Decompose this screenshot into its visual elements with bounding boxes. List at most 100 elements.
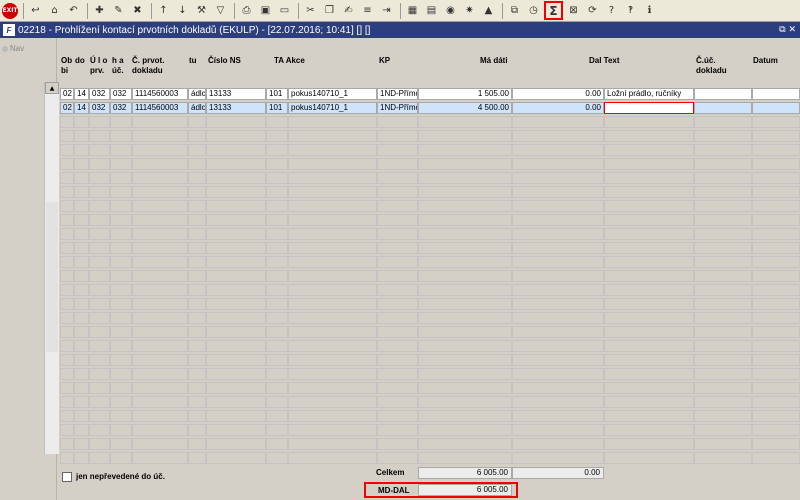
- empty-cell[interactable]: [206, 228, 266, 240]
- empty-cell[interactable]: [110, 410, 132, 422]
- edit-icon[interactable]: ✎: [110, 2, 127, 19]
- empty-cell[interactable]: [752, 396, 800, 408]
- empty-cell[interactable]: [132, 368, 188, 380]
- empty-cell[interactable]: [60, 186, 74, 198]
- cell-ulo[interactable]: 032: [89, 88, 110, 100]
- empty-cell[interactable]: [266, 410, 288, 422]
- chart-icon[interactable]: ▦: [404, 2, 421, 19]
- col-header-doklad[interactable]: Č. prvot. dokladu: [132, 56, 164, 76]
- empty-cell[interactable]: [74, 452, 89, 464]
- empty-cell[interactable]: [604, 382, 694, 394]
- empty-cell[interactable]: [418, 214, 512, 226]
- cell-kp[interactable]: 1ND-Přímo: [377, 102, 418, 114]
- empty-cell[interactable]: [418, 382, 512, 394]
- empty-cell[interactable]: [188, 326, 206, 338]
- empty-cell[interactable]: [74, 354, 89, 366]
- empty-row[interactable]: [60, 256, 800, 269]
- empty-cell[interactable]: [694, 228, 752, 240]
- empty-cell[interactable]: [188, 438, 206, 450]
- empty-cell[interactable]: [206, 354, 266, 366]
- empty-cell[interactable]: [89, 410, 110, 422]
- empty-cell[interactable]: [512, 228, 604, 240]
- empty-cell[interactable]: [418, 158, 512, 170]
- empty-cell[interactable]: [110, 158, 132, 170]
- globe-icon[interactable]: ◉: [442, 2, 459, 19]
- empty-row[interactable]: [60, 410, 800, 423]
- empty-cell[interactable]: [752, 340, 800, 352]
- wrench-icon[interactable]: ⚒: [193, 2, 210, 19]
- empty-cell[interactable]: [512, 424, 604, 436]
- empty-cell[interactable]: [89, 382, 110, 394]
- empty-cell[interactable]: [418, 116, 512, 128]
- empty-cell[interactable]: [206, 172, 266, 184]
- indent-icon[interactable]: ⇥: [378, 2, 395, 19]
- empty-cell[interactable]: [418, 186, 512, 198]
- empty-cell[interactable]: [512, 158, 604, 170]
- empty-cell[interactable]: [60, 172, 74, 184]
- empty-cell[interactable]: [132, 452, 188, 464]
- empty-cell[interactable]: [110, 354, 132, 366]
- cell-akce[interactable]: pokus140710_1: [288, 102, 377, 114]
- empty-cell[interactable]: [188, 396, 206, 408]
- empty-cell[interactable]: [74, 340, 89, 352]
- empty-cell[interactable]: [694, 256, 752, 268]
- empty-cell[interactable]: [512, 130, 604, 142]
- back-icon[interactable]: ↩: [27, 2, 44, 19]
- cell-cuc[interactable]: [694, 102, 752, 114]
- empty-cell[interactable]: [89, 368, 110, 380]
- empty-cell[interactable]: [694, 298, 752, 310]
- empty-cell[interactable]: [266, 158, 288, 170]
- empty-cell[interactable]: [188, 256, 206, 268]
- empty-cell[interactable]: [110, 186, 132, 198]
- empty-cell[interactable]: [266, 326, 288, 338]
- empty-cell[interactable]: [188, 242, 206, 254]
- empty-cell[interactable]: [74, 410, 89, 422]
- empty-cell[interactable]: [604, 298, 694, 310]
- empty-cell[interactable]: [60, 312, 74, 324]
- empty-cell[interactable]: [604, 186, 694, 198]
- empty-cell[interactable]: [418, 130, 512, 142]
- empty-cell[interactable]: [266, 396, 288, 408]
- empty-cell[interactable]: [60, 158, 74, 170]
- empty-cell[interactable]: [512, 172, 604, 184]
- empty-cell[interactable]: [74, 172, 89, 184]
- question-icon[interactable]: ‽: [622, 2, 639, 19]
- empty-cell[interactable]: [512, 298, 604, 310]
- empty-cell[interactable]: [752, 228, 800, 240]
- empty-row[interactable]: [60, 382, 800, 395]
- cell-ob[interactable]: 02: [60, 102, 74, 114]
- empty-cell[interactable]: [110, 256, 132, 268]
- empty-cell[interactable]: [60, 256, 74, 268]
- empty-cell[interactable]: [512, 200, 604, 212]
- empty-cell[interactable]: [132, 172, 188, 184]
- empty-cell[interactable]: [377, 382, 418, 394]
- empty-cell[interactable]: [110, 312, 132, 324]
- empty-cell[interactable]: [266, 172, 288, 184]
- empty-cell[interactable]: [266, 228, 288, 240]
- empty-cell[interactable]: [132, 312, 188, 324]
- empty-cell[interactable]: [694, 354, 752, 366]
- empty-cell[interactable]: [266, 130, 288, 142]
- empty-cell[interactable]: [418, 172, 512, 184]
- empty-cell[interactable]: [694, 312, 752, 324]
- empty-cell[interactable]: [604, 312, 694, 324]
- empty-cell[interactable]: [418, 326, 512, 338]
- empty-cell[interactable]: [206, 298, 266, 310]
- empty-cell[interactable]: [266, 144, 288, 156]
- empty-cell[interactable]: [188, 144, 206, 156]
- empty-cell[interactable]: [74, 144, 89, 156]
- empty-cell[interactable]: [74, 382, 89, 394]
- empty-cell[interactable]: [132, 144, 188, 156]
- empty-cell[interactable]: [288, 172, 377, 184]
- empty-cell[interactable]: [694, 424, 752, 436]
- nav-tab[interactable]: Nav: [2, 44, 24, 53]
- empty-cell[interactable]: [132, 242, 188, 254]
- empty-cell[interactable]: [288, 242, 377, 254]
- empty-cell[interactable]: [188, 410, 206, 422]
- empty-cell[interactable]: [418, 242, 512, 254]
- empty-cell[interactable]: [132, 354, 188, 366]
- empty-cell[interactable]: [188, 270, 206, 282]
- empty-cell[interactable]: [418, 200, 512, 212]
- empty-cell[interactable]: [60, 452, 74, 464]
- empty-cell[interactable]: [377, 270, 418, 282]
